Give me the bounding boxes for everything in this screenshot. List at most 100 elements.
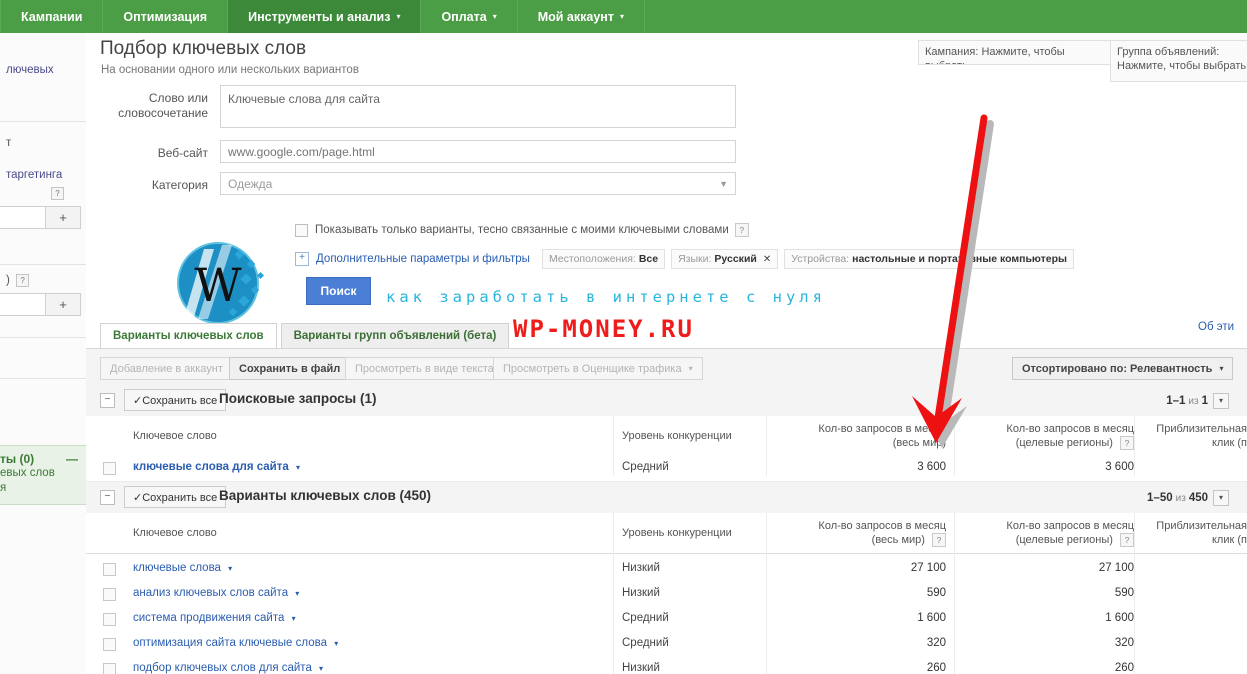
sidebar-input-1[interactable] [0,206,46,229]
row-keyword[interactable]: подбор ключевых слов для сайта ▾ [133,662,323,674]
closely-related-checkbox-row[interactable]: Показывать только варианты, тесно связан… [295,223,749,237]
filter-chip-languages[interactable]: Языки: Русский ✕ [671,249,779,269]
help-icon[interactable]: ? [734,223,749,237]
column-keyword: Ключевое слово [133,430,217,442]
row-keyword[interactable]: оптимизация сайта ключевые слова ▾ [133,637,338,649]
adgroup-picker[interactable]: Группа объявлений: Нажмите, чтобы выбрат… [1110,40,1247,82]
chevron-down-icon[interactable]: ▾ [295,589,299,598]
nav-label: Оптимизация [123,9,208,24]
nav-item-my-account[interactable]: Мой аккаунт ▾ [518,0,645,33]
save-all-button[interactable]: ✓Сохранить все [124,389,227,411]
column-separator [954,513,955,674]
collapse-icon[interactable]: − [100,393,115,408]
collapse-icon[interactable]: − [100,490,115,505]
chevron-down-icon: ▾ [492,11,497,21]
row-keyword[interactable]: система продвижения сайта ▾ [133,612,296,624]
form-label-line1: Слово или [148,91,208,105]
column-volume-world-sub: (весь мир) [892,437,946,449]
add-to-account-button[interactable]: Добавление в аккаунт ▾ [100,357,244,380]
chevron-down-icon[interactable]: ▾ [228,564,232,573]
nav-item-optimization[interactable]: Оптимизация [103,0,229,33]
save-all-button[interactable]: ✓Сохранить все [124,486,227,508]
sidebar-input-2[interactable] [0,293,46,316]
keyword-textarea[interactable]: Ключевые слова для сайта [220,85,736,128]
form-control-category: Одежда ▼ [220,172,786,195]
row-checkbox[interactable] [103,638,116,651]
row-volume-world: 27 100 [910,562,946,574]
chevron-down-icon[interactable]: ▾ [292,614,296,623]
pager-range: 1–50 [1147,492,1173,504]
view-in-traffic-estimator-button[interactable]: Просмотреть в Оценщике трафика ▾ [493,357,703,380]
closely-related-checkbox[interactable] [295,223,308,237]
table-row[interactable]: система продвижения сайта ▾ Средний 1 60… [86,607,1247,633]
row-keyword[interactable]: ключевые слова ▾ [133,562,232,574]
table-row[interactable]: подбор ключевых слов для сайта ▾ Низкий … [86,657,1247,674]
pager-keyword-variants: 1–50 из 450 ▾ [1147,490,1229,506]
add-button[interactable]: + [46,206,81,229]
sidebar-help-row-1: ? [0,184,86,203]
sidebar-block-targeting: т таргетинга ? + [0,122,86,265]
chevron-down-icon[interactable]: ▾ [319,664,323,673]
chevron-down-icon: ▼ [719,178,728,189]
group-title: Поисковые запросы (1) [219,391,377,406]
website-input[interactable] [220,140,736,163]
nav-item-tools-and-analysis[interactable]: Инструменты и анализ ▾ [228,0,422,33]
column-approx-line1: Приблизительная [1156,520,1247,532]
nav-item-billing[interactable]: Оплата ▾ [421,0,518,33]
pager-search-queries: 1–1 из 1 ▾ [1166,393,1229,409]
filter-chip-locations[interactable]: Местоположения: Все [541,249,666,269]
sidebar-stepper-2: + [0,290,86,319]
row-volume-world: 320 [926,637,946,649]
help-icon[interactable]: ? [16,274,30,287]
sidebar-plan-title: ты (0) [0,452,35,466]
search-button[interactable]: Поиск [306,277,371,305]
column-separator [1134,513,1135,674]
page-subtitle: На основании одного или нескольких вариа… [101,64,359,76]
save-to-file-button[interactable]: Сохранить в файл ▾ [229,357,362,380]
close-icon[interactable]: ✕ [763,254,771,265]
chevron-down-icon[interactable]: ▾ [334,639,338,648]
button-label: Просмотреть в Оценщике трафика [503,362,682,375]
tab-keyword-variants[interactable]: Варианты ключевых слов [100,323,277,348]
category-select[interactable]: Одежда ▼ [220,172,736,195]
advanced-filters-link[interactable]: Дополнительные параметры и фильтры [316,253,530,265]
row-checkbox[interactable] [103,588,116,601]
row-checkbox[interactable] [103,462,116,475]
row-competition: Низкий [622,562,660,574]
about-link[interactable]: Об эти [1198,321,1234,333]
row-checkbox[interactable] [103,663,116,674]
filter-chip-devices[interactable]: Устройства: настольные и портативные ком… [784,249,1075,269]
row-checkbox[interactable] [103,613,116,626]
row-volume-target: 590 [1114,587,1134,599]
sidebar-plan-link-line1[interactable]: евых слов [0,466,82,481]
row-keyword[interactable]: анализ ключевых слов сайта ▾ [133,587,299,599]
pager-dropdown-icon[interactable]: ▾ [1213,393,1229,409]
pager-dropdown-icon[interactable]: ▾ [1213,490,1229,506]
expand-icon[interactable]: + [295,252,309,266]
row-volume-world: 1 600 [917,612,946,624]
sidebar-plan-link-line2[interactable]: я [0,481,82,496]
row-checkbox[interactable] [103,563,116,576]
main-content: Подбор ключевых слов На основании одного… [86,33,1247,674]
view-as-text-button[interactable]: Просмотреть в виде текста ▾ [345,357,515,380]
table-row[interactable]: оптимизация сайта ключевые слова ▾ Средн… [86,632,1247,658]
add-button[interactable]: + [46,293,81,316]
sort-button[interactable]: Отсортировано по: Релевантность ▾ [1012,357,1234,380]
table-row[interactable]: анализ ключевых слов сайта ▾ Низкий 590 … [86,582,1247,608]
column-approx-cpc: Приблизительная клик (п [1106,422,1247,450]
row-competition: Средний [622,461,669,473]
column-keyword: Ключевое слово [133,527,217,539]
table-row[interactable]: ключевые слова для сайта ▾ Средний 3 600… [86,456,1247,482]
row-volume-world: 260 [926,662,946,674]
minimize-icon[interactable]: — [66,452,78,466]
nav-item-campaigns[interactable]: Кампании [0,0,104,33]
row-keyword-text: ключевые слова для сайта [133,461,289,473]
campaign-picker[interactable]: Кампания: Нажмите, чтобы выбрать [918,40,1112,65]
form-label-website: Веб-сайт [157,146,208,160]
chevron-down-icon[interactable]: ▾ [296,463,300,472]
help-icon[interactable]: ? [51,187,64,200]
row-keyword[interactable]: ключевые слова для сайта ▾ [133,461,300,473]
help-icon[interactable]: ? [932,533,946,547]
tab-adgroup-variants[interactable]: Варианты групп объявлений (бета) [280,323,510,348]
table-row[interactable]: ключевые слова ▾ Низкий 27 100 27 100 [86,557,1247,583]
